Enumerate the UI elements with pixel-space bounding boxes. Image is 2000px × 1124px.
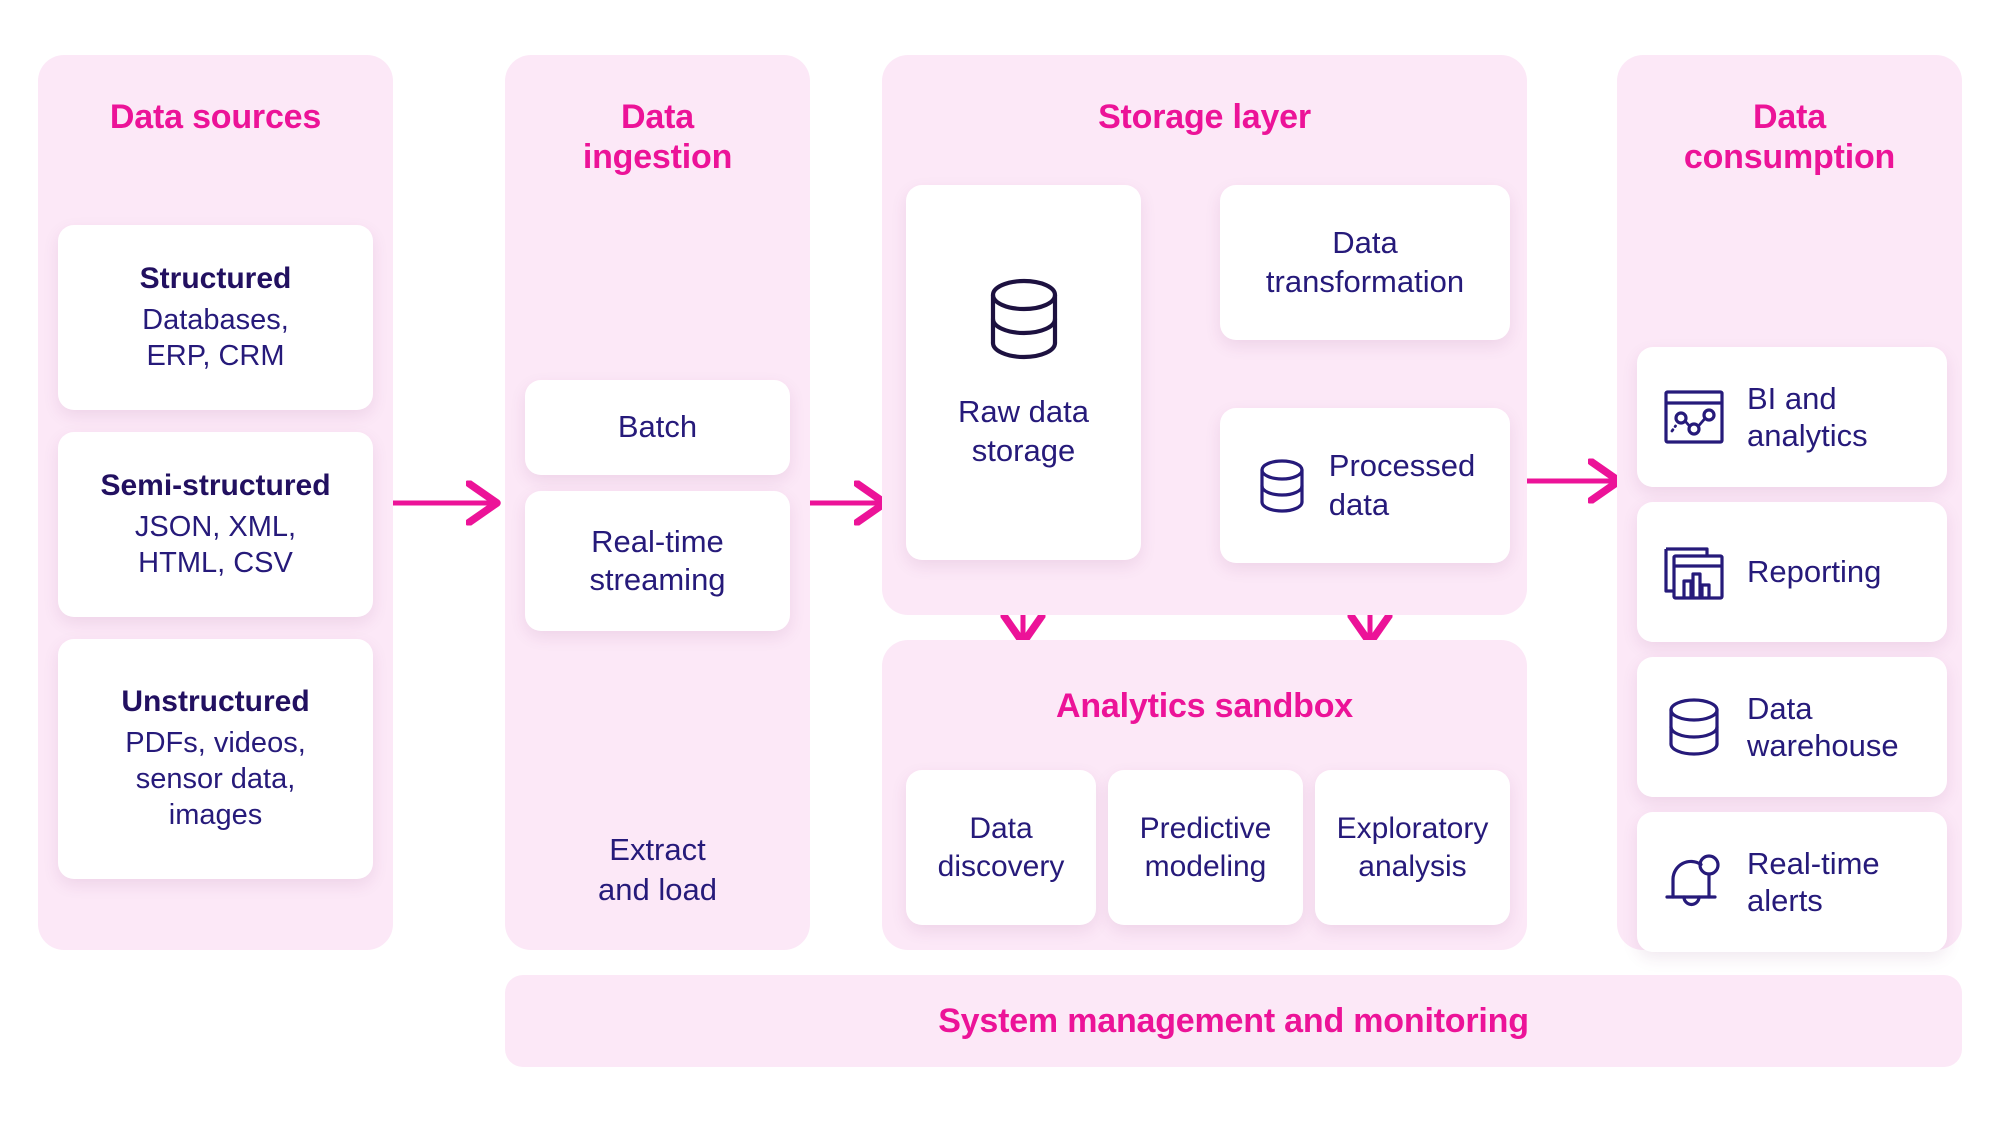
panel-title-analytics-sandbox: Analytics sandbox bbox=[1055, 687, 1354, 725]
panel-title-storage-layer: Storage layer bbox=[1098, 98, 1311, 136]
card-processed-data-label: Processed data bbox=[1328, 448, 1476, 522]
card-data-warehouse[interactable]: Data warehouse bbox=[1637, 657, 1947, 797]
ingestion-footnote: Extract and load bbox=[598, 832, 717, 907]
panel-system-management: System management and monitoring bbox=[505, 975, 1962, 1067]
card-unstructured-detail: PDFs, videos, sensor data, images bbox=[125, 727, 306, 831]
card-predictive-modeling-label: Predictive modeling bbox=[1139, 812, 1272, 883]
database-icon bbox=[1663, 696, 1725, 758]
card-exploratory-analysis-label: Exploratory analysis bbox=[1336, 812, 1489, 883]
card-structured-detail: Databases, ERP, CRM bbox=[142, 303, 289, 372]
card-bi-and-analytics-label: BI and analytics bbox=[1747, 380, 1868, 453]
card-data-discovery-label: Data discovery bbox=[937, 812, 1065, 883]
card-processed-data[interactable]: Processed data bbox=[1220, 408, 1510, 563]
card-exploratory-analysis[interactable]: Exploratory analysis bbox=[1315, 770, 1510, 925]
panel-title-data-consumption: Data consumption bbox=[1683, 98, 1896, 177]
card-structured[interactable]: Structured Databases, ERP, CRM bbox=[58, 225, 373, 410]
scatter-chart-icon bbox=[1663, 388, 1725, 446]
footer-title: System management and monitoring bbox=[938, 1002, 1529, 1040]
card-predictive-modeling[interactable]: Predictive modeling bbox=[1108, 770, 1303, 925]
card-batch[interactable]: Batch bbox=[525, 380, 790, 475]
database-icon bbox=[982, 275, 1066, 363]
panel-title-data-sources: Data sources bbox=[109, 98, 322, 136]
card-reporting[interactable]: Reporting bbox=[1637, 502, 1947, 642]
diagram-canvas: Data sources Structured Databases, ERP, … bbox=[0, 0, 2000, 1124]
card-data-transformation-label: Data transformation bbox=[1265, 225, 1465, 299]
card-real-time-alerts[interactable]: Real-time alerts bbox=[1637, 812, 1947, 952]
card-semi-structured-detail: JSON, XML, HTML, CSV bbox=[134, 510, 297, 579]
card-raw-data-storage[interactable]: Raw data storage bbox=[906, 185, 1141, 560]
bar-chart-documents-icon bbox=[1663, 543, 1725, 601]
card-raw-data-storage-label: Raw data storage bbox=[958, 394, 1089, 468]
card-unstructured-heading: Unstructured bbox=[121, 685, 310, 719]
card-batch-label: Batch bbox=[617, 409, 698, 445]
card-reporting-label: Reporting bbox=[1747, 554, 1882, 590]
card-bi-and-analytics[interactable]: BI and analytics bbox=[1637, 347, 1947, 487]
card-data-warehouse-label: Data warehouse bbox=[1747, 690, 1899, 763]
card-semi-structured[interactable]: Semi-structured JSON, XML, HTML, CSV bbox=[58, 432, 373, 617]
bell-icon bbox=[1663, 852, 1725, 912]
card-data-transformation[interactable]: Data transformation bbox=[1220, 185, 1510, 340]
card-data-discovery[interactable]: Data discovery bbox=[906, 770, 1096, 925]
card-structured-heading: Structured bbox=[139, 261, 292, 295]
database-icon bbox=[1255, 457, 1309, 515]
card-real-time-streaming[interactable]: Real-time streaming bbox=[525, 491, 790, 631]
panel-title-data-ingestion: Data ingestion bbox=[582, 98, 733, 177]
card-unstructured[interactable]: Unstructured PDFs, videos, sensor data, … bbox=[58, 639, 373, 879]
card-real-time-alerts-label: Real-time alerts bbox=[1747, 845, 1880, 918]
card-semi-structured-heading: Semi-structured bbox=[100, 468, 331, 502]
card-real-time-streaming-label: Real-time streaming bbox=[589, 523, 726, 597]
